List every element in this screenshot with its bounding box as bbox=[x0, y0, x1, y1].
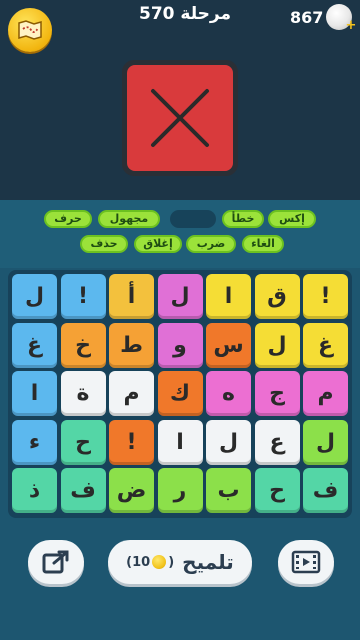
letter-tile[interactable]: ح bbox=[60, 419, 106, 465]
coin-icon: + bbox=[326, 4, 356, 33]
hint-label: تلميح bbox=[182, 550, 234, 574]
share-icon bbox=[42, 550, 69, 574]
letter-tile[interactable]: ! bbox=[109, 419, 154, 465]
video-icon bbox=[291, 550, 321, 574]
puzzle-picture bbox=[122, 60, 238, 176]
letter-tile[interactable]: ة bbox=[60, 371, 106, 416]
letter-tile[interactable]: أ bbox=[109, 274, 154, 319]
letter-tile[interactable]: ل bbox=[206, 419, 251, 465]
letter-tile[interactable]: ا bbox=[157, 419, 203, 465]
add-coins-icon[interactable]: + bbox=[346, 18, 357, 33]
answer-chip: إغلاق bbox=[134, 235, 182, 253]
answer-chip: ضرب bbox=[186, 235, 236, 253]
letter-tile[interactable]: ج bbox=[254, 371, 300, 416]
letter-tile[interactable]: م bbox=[303, 371, 348, 416]
letter-tile[interactable]: خ bbox=[60, 322, 106, 368]
letter-tile[interactable]: ل bbox=[157, 274, 203, 319]
answer-chip: حرف bbox=[44, 210, 92, 228]
letter-tile[interactable]: ل bbox=[303, 419, 348, 465]
letter-tile[interactable]: ض bbox=[109, 468, 154, 513]
picture-tile bbox=[127, 65, 233, 171]
answer-chip: إكس bbox=[268, 210, 316, 228]
hint-cost-value: 10 bbox=[132, 554, 151, 570]
coin-icon bbox=[152, 555, 167, 569]
letter-tile[interactable]: ف bbox=[60, 468, 106, 513]
header: مرحلة 570 867 + bbox=[0, 0, 360, 52]
letter-grid: ل! أ ل ا ق! غ خ ط و س ل غ ا ة م ك ه ج م ء ح! ا ل ع ل ذ ف ض ر ب ح ف bbox=[8, 270, 352, 518]
empty-answer-slot bbox=[170, 210, 216, 228]
letter-tile[interactable]: ! bbox=[60, 274, 106, 319]
letter-tile[interactable]: و bbox=[157, 322, 203, 368]
letter-tile[interactable]: ه bbox=[206, 371, 251, 416]
letter-tile[interactable]: ط bbox=[109, 322, 154, 368]
letter-tile[interactable]: ل bbox=[12, 274, 57, 319]
coin-balance[interactable]: 867 + bbox=[290, 4, 356, 33]
level-title: مرحلة 570 bbox=[138, 4, 232, 24]
answers-bar: إكس خطأ مجهول حرف الغاء ضرب إغلاق حذف bbox=[0, 200, 360, 268]
letter-tile[interactable]: غ bbox=[303, 322, 348, 368]
letter-tile[interactable]: ا bbox=[12, 371, 57, 416]
letter-tile[interactable]: ك bbox=[157, 371, 203, 416]
answer-chip: الغاء bbox=[242, 235, 284, 253]
letter-tile[interactable]: ح bbox=[254, 468, 300, 513]
letter-tile[interactable]: ل bbox=[254, 322, 300, 368]
letter-tile[interactable]: ! bbox=[303, 274, 348, 319]
hint-cost: ( 10 ) bbox=[126, 555, 174, 570]
map-button[interactable] bbox=[8, 8, 52, 52]
answer-chip: مجهول bbox=[98, 210, 160, 228]
letter-tile[interactable]: ب bbox=[206, 468, 251, 513]
hint-cost-paren-close: ) bbox=[168, 554, 175, 570]
letter-tile[interactable]: ق bbox=[254, 274, 300, 319]
map-icon bbox=[18, 20, 42, 40]
letter-tile[interactable]: ف bbox=[303, 468, 348, 513]
answer-chip: حذف bbox=[80, 235, 128, 253]
letter-tile[interactable]: غ bbox=[12, 322, 57, 368]
letter-tile[interactable]: ر bbox=[157, 468, 203, 513]
hint-button[interactable]: ( 10 ) تلميح bbox=[108, 540, 252, 584]
video-button[interactable] bbox=[278, 540, 334, 584]
letter-tile[interactable]: م bbox=[109, 371, 154, 416]
answer-chip: خطأ bbox=[222, 210, 264, 228]
share-button[interactable] bbox=[28, 540, 84, 584]
letter-tile[interactable]: ع bbox=[254, 419, 300, 465]
letter-tile[interactable]: ء bbox=[12, 419, 57, 465]
letter-tile[interactable]: ذ bbox=[12, 468, 57, 513]
letter-tile[interactable]: س bbox=[206, 322, 251, 368]
coins-count: 867 bbox=[290, 7, 324, 27]
x-mark-icon bbox=[151, 89, 209, 147]
letter-tile[interactable]: ا bbox=[206, 274, 251, 319]
